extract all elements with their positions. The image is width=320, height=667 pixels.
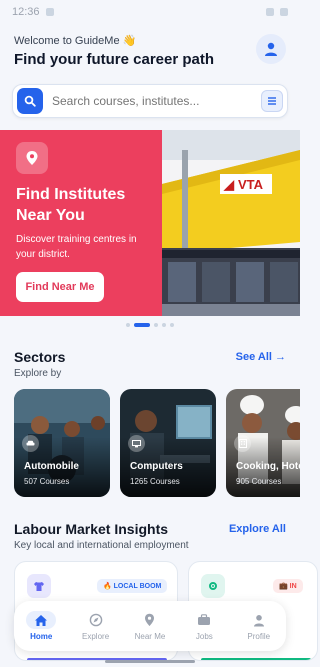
page-title: Find your future career path [14, 51, 215, 68]
header: Welcome to GuideMe 👋 Find your future ca… [0, 24, 300, 68]
find-near-me-button[interactable]: Find Near Me [16, 272, 104, 302]
search-input[interactable] [43, 94, 261, 108]
svg-text:VTA: VTA [238, 177, 264, 192]
sector-name: Computers [130, 461, 183, 472]
sectors-title: Sectors [14, 349, 66, 365]
pager-dot[interactable] [162, 323, 166, 327]
welcome-text: Welcome to GuideMe 👋 [14, 35, 137, 47]
international-badge: 💼 IN [273, 579, 303, 593]
svg-text:◢: ◢ [223, 177, 235, 192]
search-icon [24, 95, 36, 107]
status-time: 12:36 [12, 6, 40, 18]
nav-label: Home [30, 632, 53, 641]
sector-name: Cooking, Hote [236, 461, 300, 472]
insights-subtitle: Key local and international employment [14, 540, 189, 551]
banner-pager [0, 323, 300, 327]
profile-avatar-button[interactable] [256, 34, 286, 64]
sector-card-computers[interactable]: Computers 1265 Courses [120, 389, 216, 497]
home-indicator [105, 660, 195, 663]
banner-title: Find Institutes Near You [16, 186, 126, 224]
local-boom-badge: 🔥 LOCAL BOOM [97, 579, 168, 593]
nav-label: Near Me [134, 632, 166, 641]
location-pin-badge [16, 142, 48, 174]
filter-button[interactable] [261, 90, 283, 112]
nav-label: Jobs [195, 632, 213, 641]
compass-icon [81, 611, 111, 629]
pager-dot[interactable] [134, 323, 150, 327]
signal-icon [266, 8, 274, 16]
sector-course-count: 1265 Courses [130, 477, 180, 486]
notification-icon [45, 8, 54, 16]
building-icon [234, 435, 251, 452]
sector-card-automobile[interactable]: Automobile 507 Courses [14, 389, 110, 497]
pager-dot[interactable] [154, 323, 158, 327]
sector-course-count: 507 Courses [24, 477, 70, 486]
menu-icon [268, 97, 276, 105]
shirt-icon [27, 574, 51, 598]
nav-label: Explore [82, 632, 110, 641]
nav-jobs[interactable]: Jobs [181, 611, 227, 641]
pager-dot[interactable] [170, 323, 174, 327]
briefcase-icon [189, 611, 219, 629]
sectors-carousel: Automobile 507 Courses Computers 1265 Co… [0, 389, 300, 497]
sector-course-count: 905 Courses [236, 477, 282, 486]
search-button[interactable] [17, 88, 43, 114]
computer-icon [128, 435, 145, 452]
banner-subtitle: Discover training centres in your distri… [16, 234, 137, 260]
nav-home[interactable]: Home [18, 611, 64, 641]
insights-title: Labour Market Insights [14, 521, 169, 537]
home-icon [26, 611, 57, 629]
institutes-banner: Find Institutes Near You Discover traini… [0, 130, 300, 316]
pager-dot[interactable] [126, 323, 130, 327]
sector-name: Automobile [24, 461, 79, 472]
battery-icon [280, 8, 288, 16]
status-bar: 12:36 [0, 0, 300, 24]
nav-explore[interactable]: Explore [73, 611, 119, 641]
location-pin-icon [135, 611, 165, 629]
person-icon [265, 42, 277, 56]
bottom-navigation: Home Explore Near Me Jobs Profile [14, 601, 286, 651]
institute-building-photo: ◢ VTA [162, 130, 300, 316]
explore-all-link[interactable]: Explore All [229, 523, 286, 535]
gears-icon [201, 574, 225, 598]
person-icon [244, 611, 274, 629]
nav-near-me[interactable]: Near Me [127, 611, 173, 641]
nav-profile[interactable]: Profile [236, 611, 282, 641]
see-all-link[interactable]: See All → [236, 351, 286, 363]
car-icon [22, 435, 39, 452]
sectors-subtitle: Explore by [14, 368, 62, 379]
nav-label: Profile [247, 632, 271, 641]
location-pin-icon [26, 151, 38, 165]
sector-card-cooking[interactable]: Cooking, Hote 905 Courses [226, 389, 300, 497]
search-bar [12, 84, 288, 118]
